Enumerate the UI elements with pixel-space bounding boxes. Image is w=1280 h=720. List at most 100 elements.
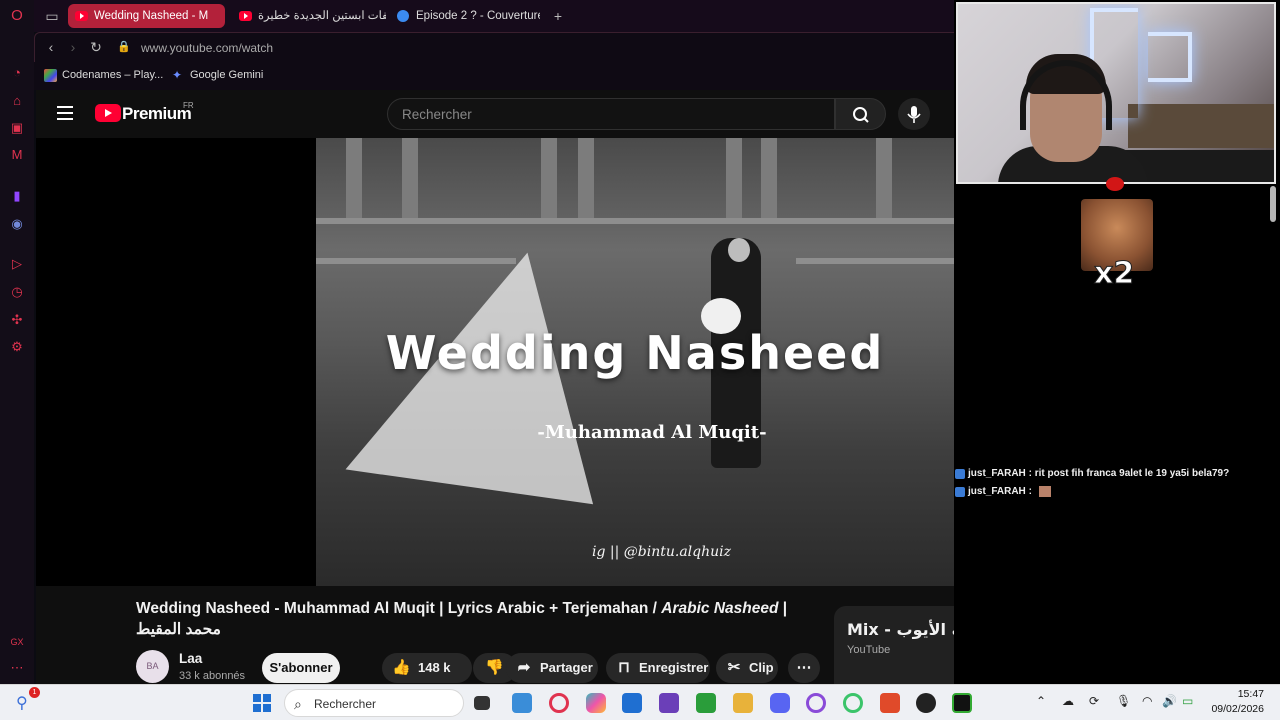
- building-pillar: [346, 138, 362, 218]
- bookmark-label: Google Gemini: [190, 69, 264, 81]
- cloud-icon[interactable]: ☁: [1062, 694, 1074, 708]
- building-pillar: [876, 138, 892, 218]
- channel-name[interactable]: Laa: [179, 651, 202, 666]
- twitch-icon[interactable]: ▮: [9, 188, 25, 204]
- search-button[interactable]: [835, 98, 886, 130]
- microphone-icon[interactable]: 🎙: [1116, 694, 1131, 708]
- balustrade: [316, 218, 954, 224]
- webcam-feed: [956, 2, 1276, 184]
- tab-menu-icon[interactable]: ▭: [44, 8, 60, 24]
- search-input[interactable]: [402, 99, 822, 129]
- tab-label: Episode 2 ? - Couverture p: [416, 10, 540, 22]
- tab-wedding-nasheed[interactable]: Wedding Nasheed - M: [68, 4, 225, 28]
- bookmark-gemini[interactable]: ✦ Google Gemini: [172, 69, 264, 82]
- tab-label: ملفات ابستين الجديدة خطيرة: [258, 10, 386, 22]
- new-tab-icon[interactable]: +: [550, 8, 566, 24]
- sync-icon[interactable]: ⟳: [1089, 694, 1099, 708]
- player-icon[interactable]: ▷: [9, 256, 25, 272]
- clip-label: Clip: [749, 660, 774, 675]
- url-field[interactable]: www.youtube.com/watch: [141, 41, 273, 55]
- mail-icon[interactable]: M: [9, 147, 25, 163]
- reload-icon[interactable]: ↻: [88, 39, 104, 55]
- history-icon[interactable]: ◷: [9, 284, 25, 300]
- taskbar-search[interactable]: ⌕ Rechercher: [284, 689, 464, 717]
- chevron-up-icon[interactable]: ⌃: [1036, 694, 1046, 708]
- youtube-logo-icon[interactable]: [95, 104, 121, 122]
- chat-message: just_FARAH : rit post fih franca 9alet l…: [954, 468, 1229, 479]
- balustrade: [796, 258, 954, 264]
- store-icon[interactable]: [622, 693, 642, 713]
- youtube-premium-logo[interactable]: Premium: [122, 104, 192, 124]
- building-pillar: [726, 138, 742, 218]
- lock-icon: 🔒: [117, 41, 131, 53]
- clock-date[interactable]: 09/02/2026: [1200, 703, 1264, 715]
- aria-icon[interactable]: ◔: [9, 65, 25, 81]
- video-watermark: ig || @bintu.alqhuiz: [592, 544, 731, 560]
- region-label: FR: [183, 101, 194, 110]
- volume-icon[interactable]: 🔊: [1162, 694, 1177, 708]
- chat-badge-icon: [955, 487, 965, 497]
- forward-icon[interactable]: ›: [65, 39, 81, 55]
- app-icon[interactable]: [880, 693, 900, 713]
- discord-icon[interactable]: ◉: [9, 216, 25, 232]
- share-button[interactable]: ➦ Partager: [506, 653, 598, 683]
- back-icon[interactable]: ‹: [43, 39, 59, 55]
- app-icon[interactable]: [659, 693, 679, 713]
- youtube-icon: [239, 11, 252, 21]
- opera-logo-icon[interactable]: O: [9, 8, 25, 24]
- thumbs-down-icon: 👎: [485, 659, 504, 676]
- voice-search-button[interactable]: [898, 98, 930, 130]
- channel-subscribers: 33 k abonnés: [179, 670, 246, 682]
- gx-icon[interactable]: GX: [9, 634, 25, 650]
- save-button[interactable]: ⊓ Enregistrer: [606, 653, 710, 683]
- clock-time[interactable]: 15:47: [1212, 688, 1264, 700]
- background-shelf: [1128, 104, 1274, 148]
- xbox-icon[interactable]: [696, 693, 716, 713]
- opera-gx-icon[interactable]: [806, 693, 826, 713]
- tab-episode-2[interactable]: Episode 2 ? - Couverture p: [390, 4, 540, 28]
- video-overlay-subtitle: -Muhammad Al Muqit-: [537, 422, 767, 443]
- bookmark-codenames[interactable]: Codenames – Play...: [44, 69, 163, 82]
- scrollbar[interactable]: [1270, 186, 1276, 222]
- crypto-wallet-icon[interactable]: ⌂: [9, 93, 25, 109]
- channel-avatar[interactable]: BA: [136, 650, 169, 683]
- address-bar: ‹ › ↻ 🔒 www.youtube.com/watch: [34, 32, 954, 62]
- discord-icon[interactable]: [770, 693, 790, 713]
- like-button[interactable]: 👍 148 k: [382, 653, 472, 683]
- video-player[interactable]: Wedding Nasheed -Muhammad Al Muqit- ig |…: [36, 138, 954, 586]
- emote-multiplier: x2: [1093, 256, 1135, 292]
- video-frame[interactable]: Wedding Nasheed -Muhammad Al Muqit- ig |…: [316, 138, 954, 586]
- obs-icon[interactable]: [916, 693, 936, 713]
- bookmarks-bar: Codenames – Play... ✦ Google Gemini: [34, 62, 954, 90]
- share-label: Partager: [540, 660, 593, 675]
- clip-button[interactable]: ✂ Clip: [716, 653, 778, 683]
- messenger-icon[interactable]: ▣: [9, 120, 25, 136]
- more-icon[interactable]: ⋯: [9, 660, 25, 676]
- battery-icon[interactable]: ▭: [1182, 694, 1193, 708]
- opera-air-icon[interactable]: [843, 693, 863, 713]
- start-button[interactable]: [253, 694, 271, 712]
- copilot-icon[interactable]: [586, 693, 606, 713]
- wifi-icon[interactable]: ◠: [1142, 694, 1152, 708]
- file-explorer-icon[interactable]: [733, 693, 753, 713]
- building-pillar: [761, 138, 777, 218]
- video-title-tail: |: [778, 600, 788, 617]
- codenames-icon: [44, 69, 57, 82]
- subscribe-button[interactable]: S'abonner: [262, 653, 340, 683]
- video-overlay-title: Wedding Nasheed: [385, 326, 885, 380]
- menu-icon[interactable]: [57, 106, 73, 120]
- app-icon[interactable]: [952, 693, 972, 713]
- more-actions-button[interactable]: ⋯: [788, 653, 820, 683]
- tab-epstein-files[interactable]: ملفات ابستين الجديدة خطيرة: [232, 4, 386, 28]
- groom-head: [728, 238, 750, 262]
- building-pillar: [578, 138, 594, 218]
- extensions-icon[interactable]: ✣: [9, 312, 25, 328]
- photos-icon[interactable]: [512, 693, 532, 713]
- task-view-icon[interactable]: [474, 696, 490, 710]
- tab-strip: ▭ Wedding Nasheed - M ملفات ابستين الجدي…: [34, 0, 954, 32]
- video-title: Wedding Nasheed - Muhammad Al Muqit | Ly…: [136, 598, 816, 640]
- opera-icon[interactable]: [549, 693, 569, 713]
- chat-text: rit post fih franca 9alet le 19 ya5i bel…: [1034, 468, 1230, 479]
- building-pillar: [402, 138, 418, 218]
- settings-icon[interactable]: ⚙: [9, 339, 25, 355]
